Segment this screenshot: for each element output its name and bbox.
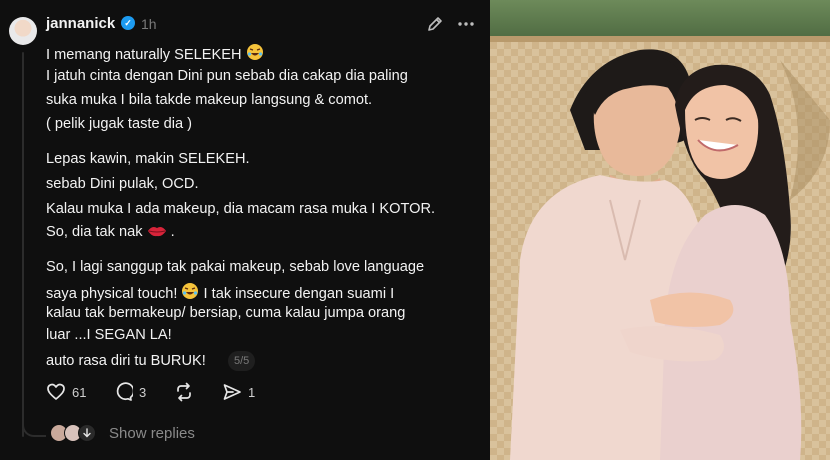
reply-avatars[interactable] <box>50 424 96 442</box>
heart-icon <box>47 383 65 400</box>
page-indicator: 5/5 <box>228 351 256 371</box>
repost-icon <box>177 382 191 402</box>
post-text-line: luar ...I SEGAN LA! <box>46 327 172 343</box>
comment-icon <box>116 382 133 401</box>
post-text-line: So, I lagi sanggup tak pakai makeup, seb… <box>46 259 425 275</box>
repost-button[interactable] <box>174 382 194 402</box>
show-replies-link[interactable]: Show replies <box>109 425 195 442</box>
more-icon[interactable] <box>456 15 476 33</box>
post-time: 1h <box>141 16 157 32</box>
couple-photo <box>490 0 830 460</box>
thread-line <box>22 52 24 437</box>
post-text-line: auto rasa diri tu BURUK! <box>46 353 206 369</box>
comment-count: 3 <box>139 384 147 400</box>
post-text-line: I memang naturally SELEKEH <box>46 43 264 63</box>
threads-post: jannanick ✓ 1h I memang naturally SELEKE… <box>0 0 490 460</box>
post-text-line: So, dia tak nak . <box>46 224 175 240</box>
post-text-line: Lepas kawin, makin SELEKEH. <box>46 151 250 167</box>
post-text-line: ( pelik jugak taste dia ) <box>46 116 193 132</box>
chevron-down-icon <box>78 424 96 442</box>
pencil-icon[interactable] <box>426 15 444 33</box>
avatar[interactable] <box>9 17 37 45</box>
rolling-laughing-emoji <box>182 283 199 299</box>
post-text-line: I jatuh cinta dengan Dini pun sebab dia … <box>46 68 408 84</box>
post-text-line: saya physical touch! I tak insecure deng… <box>46 282 394 302</box>
lips-emoji <box>147 227 166 237</box>
verified-badge-icon: ✓ <box>121 16 135 30</box>
post-text-line: kalau tak bermakeup/ bersiap, cuma kalau… <box>46 305 406 321</box>
post-text-line: suka muka I bila takde makeup langsung &… <box>46 92 373 108</box>
rolling-laughing-emoji <box>246 44 263 60</box>
like-button[interactable]: 61 <box>46 382 86 402</box>
share-count: 1 <box>248 384 256 400</box>
comment-button[interactable]: 3 <box>113 382 146 402</box>
send-icon <box>223 384 241 400</box>
username[interactable]: jannanick <box>46 15 115 32</box>
like-count: 61 <box>72 384 87 400</box>
share-button[interactable]: 1 <box>222 382 255 402</box>
thread-line-hook <box>22 420 46 437</box>
post-text-line: Kalau muka I ada makeup, dia macam rasa … <box>46 201 436 217</box>
post-text-line: sebab Dini pulak, OCD. <box>46 176 199 192</box>
